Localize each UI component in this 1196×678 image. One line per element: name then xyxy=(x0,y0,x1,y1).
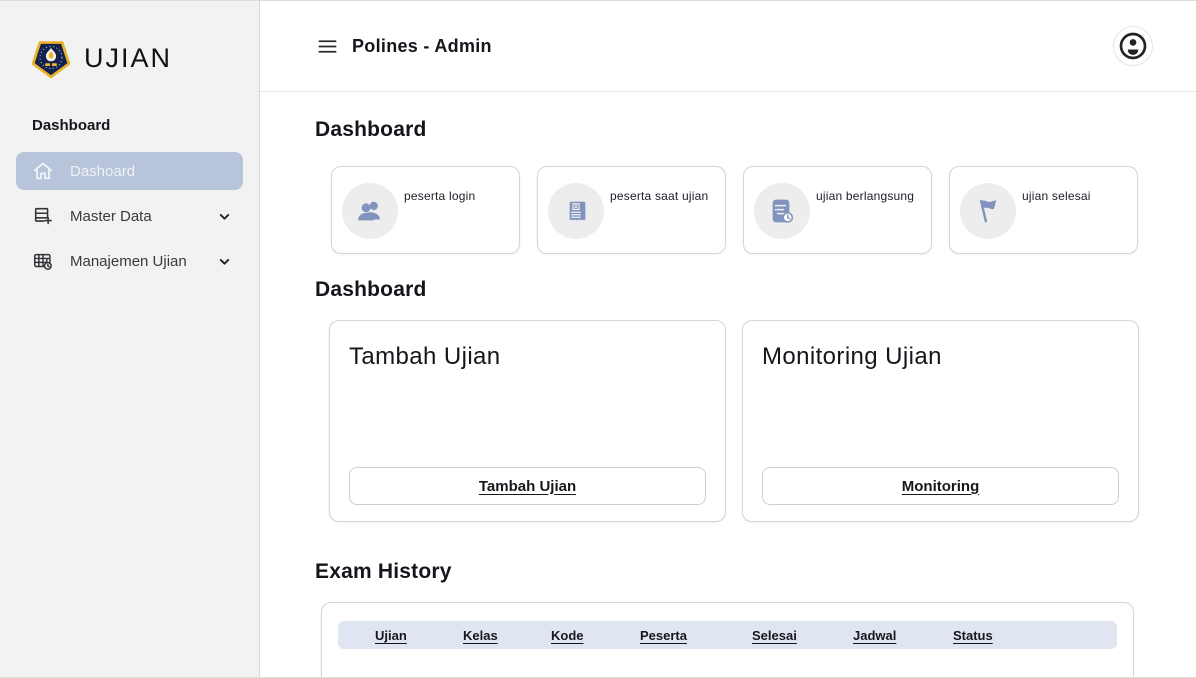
card-title: Tambah Ujian xyxy=(349,343,706,371)
section-title-dashboard-1: Dashboard xyxy=(315,118,1141,142)
sidebar-item-label: Dashoard xyxy=(70,163,135,180)
svg-text:A: A xyxy=(574,205,578,211)
sidebar-item-dashboard[interactable]: Dashoard xyxy=(16,152,243,190)
sidebar-nav: Dashoard Master Data xyxy=(16,152,243,280)
column-header-status[interactable]: Status xyxy=(953,628,993,643)
column-header-peserta[interactable]: Peserta xyxy=(640,628,752,643)
section-title-exam-history: Exam History xyxy=(315,560,1141,584)
person-circle-icon xyxy=(1117,30,1149,62)
page-title: Polines - Admin xyxy=(352,36,492,57)
chevron-down-icon xyxy=(217,253,233,269)
stat-card-peserta-saat-ujian[interactable]: A peserta saat ujian xyxy=(537,166,726,254)
monitoring-ujian-card: Monitoring Ujian Monitoring xyxy=(742,320,1139,522)
sidebar-section-label: Dashboard xyxy=(32,117,259,134)
home-icon xyxy=(32,160,54,182)
document-clock-icon xyxy=(754,183,810,239)
column-header-kelas[interactable]: Kelas xyxy=(463,628,551,643)
monitoring-button[interactable]: Monitoring xyxy=(762,467,1119,505)
hamburger-menu-icon[interactable] xyxy=(316,34,340,58)
section-title-dashboard-2: Dashboard xyxy=(315,278,1141,302)
main-area: Polines - Admin Dashboard xyxy=(260,1,1196,677)
exam-history-table: Ujian Kelas Kode Peserta Selesai Jadwal … xyxy=(321,602,1134,677)
brand: UJIAN xyxy=(30,37,259,79)
table-header-row: Ujian Kelas Kode Peserta Selesai Jadwal … xyxy=(338,621,1117,649)
users-icon xyxy=(342,183,398,239)
brand-name: UJIAN xyxy=(84,43,172,74)
action-cards-row: Tambah Ujian Tambah Ujian Monitoring Uji… xyxy=(329,320,1141,522)
stat-label: ujian berlangsung xyxy=(816,189,923,203)
stat-card-ujian-selesai[interactable]: ujian selesai xyxy=(949,166,1138,254)
chevron-down-icon xyxy=(217,208,233,224)
flag-icon xyxy=(960,183,1016,239)
database-add-icon xyxy=(32,205,54,227)
column-header-jadwal[interactable]: Jadwal xyxy=(853,628,953,643)
sidebar-item-manajemen-ujian[interactable]: Manajemen Ujian xyxy=(16,242,243,280)
tambah-ujian-button[interactable]: Tambah Ujian xyxy=(349,467,706,505)
tambah-ujian-card: Tambah Ujian Tambah Ujian xyxy=(329,320,726,522)
sidebar-item-label: Master Data xyxy=(70,208,152,225)
app-window: UJIAN Dashboard Dashoard xyxy=(0,0,1196,678)
sidebar-item-label: Manajemen Ujian xyxy=(70,253,187,270)
stat-label: ujian selesai xyxy=(1022,189,1129,203)
stat-label: peserta saat ujian xyxy=(610,189,717,203)
topbar: Polines - Admin xyxy=(260,1,1196,92)
sidebar: UJIAN Dashboard Dashoard xyxy=(0,1,260,677)
polines-logo-icon xyxy=(30,37,72,79)
stat-card-peserta-login[interactable]: peserta login xyxy=(331,166,520,254)
user-avatar-button[interactable] xyxy=(1114,27,1152,65)
calendar-clock-icon xyxy=(32,250,54,272)
stats-row: peserta login A peserta saat ujian xyxy=(331,166,1141,254)
column-header-ujian[interactable]: Ujian xyxy=(375,628,463,643)
sidebar-item-master-data[interactable]: Master Data xyxy=(16,197,243,235)
document-a-icon: A xyxy=(548,183,604,239)
column-header-selesai[interactable]: Selesai xyxy=(752,628,853,643)
card-title: Monitoring Ujian xyxy=(762,343,1119,371)
column-header-kode[interactable]: Kode xyxy=(551,628,640,643)
stat-card-ujian-berlangsung[interactable]: ujian berlangsung xyxy=(743,166,932,254)
content: Dashboard peserta login xyxy=(260,92,1196,677)
stat-label: peserta login xyxy=(404,189,511,203)
